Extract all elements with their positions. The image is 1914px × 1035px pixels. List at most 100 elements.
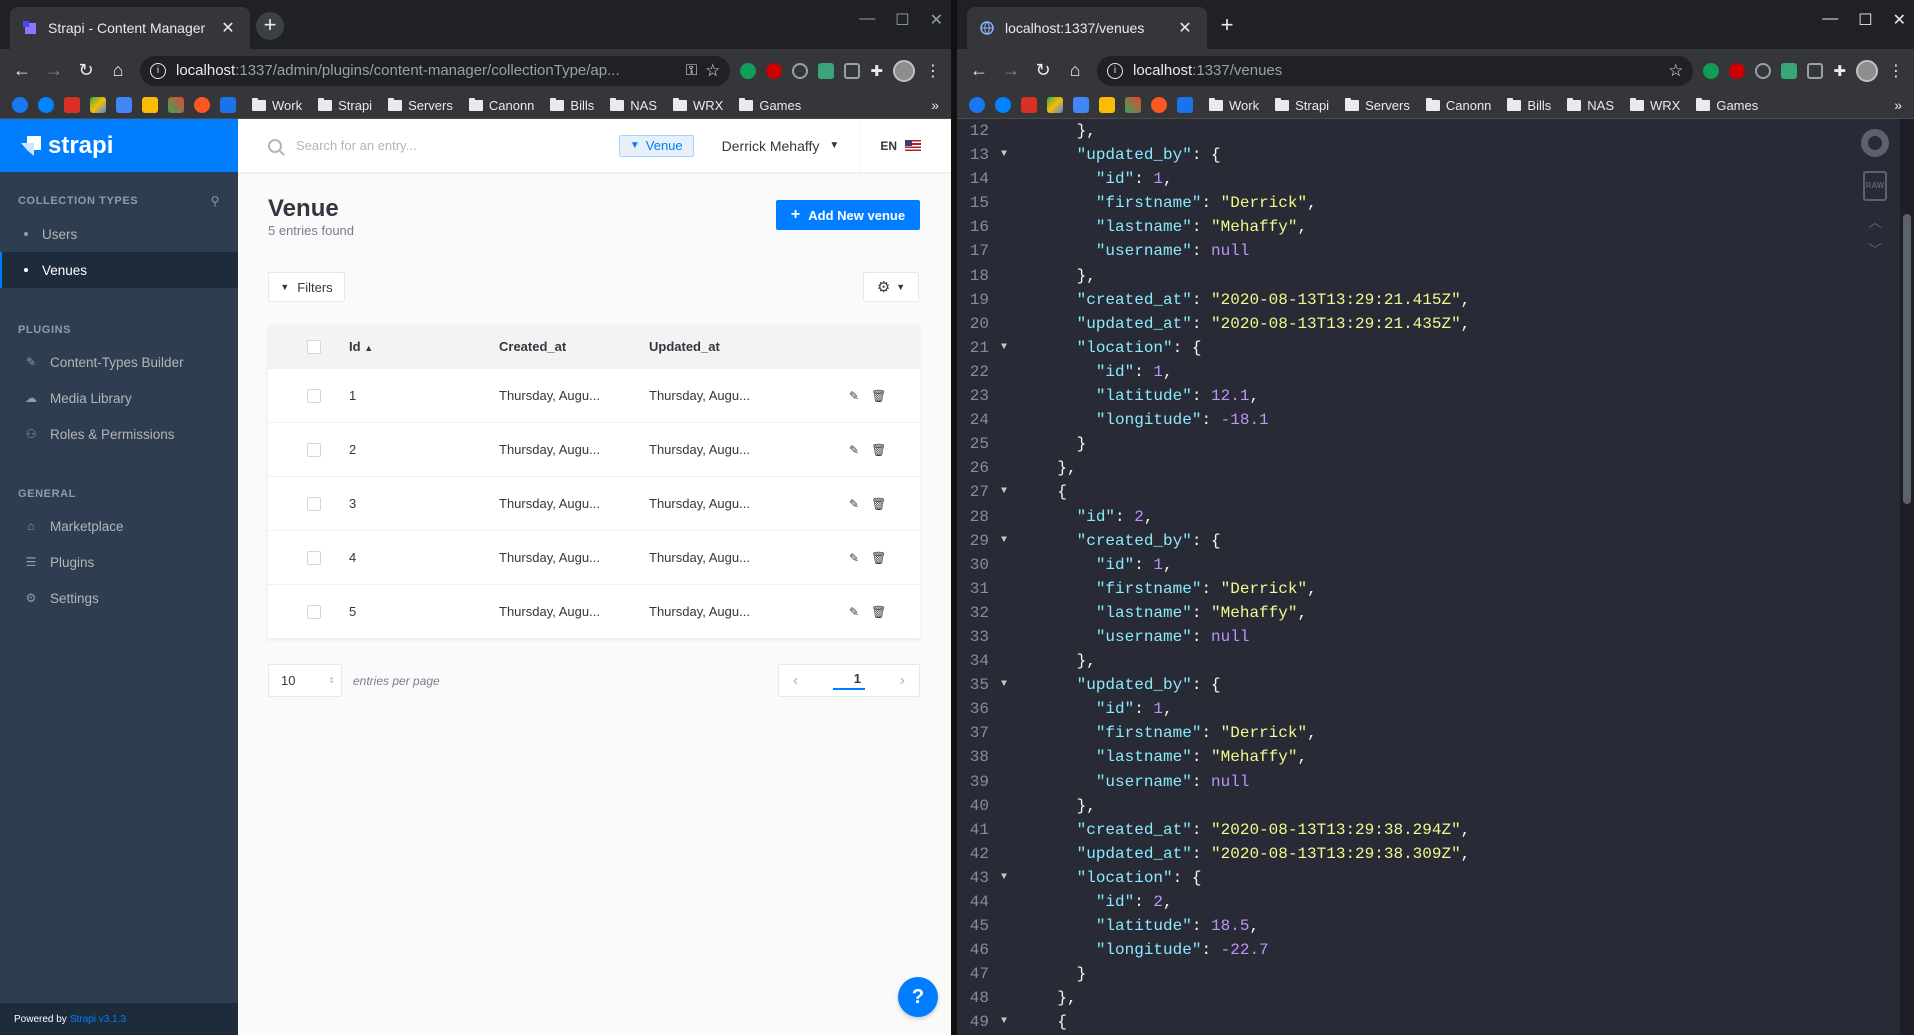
messenger-icon[interactable]: [38, 97, 54, 113]
strapi-logo[interactable]: strapi: [0, 119, 238, 172]
table-settings-button[interactable]: ⚙ ▼: [863, 272, 919, 302]
trash-icon[interactable]: 🗑: [871, 497, 886, 511]
messenger-icon[interactable]: [995, 97, 1011, 113]
filters-button[interactable]: ▼ Filters: [268, 272, 345, 302]
table-row[interactable]: 2 Thursday, Augu... Thursday, Augu... ✎ 🗑: [268, 422, 920, 476]
reload-icon[interactable]: ↻: [70, 55, 102, 87]
filter-chip[interactable]: ▼ Venue: [618, 134, 694, 157]
maximize-icon[interactable]: ☐: [1858, 10, 1872, 30]
page-number[interactable]: 1: [833, 671, 865, 690]
home-icon[interactable]: ⌂: [1059, 55, 1091, 87]
back-arrow-icon[interactable]: ←: [963, 55, 995, 87]
chevron-up-icon[interactable]: ︿: [1868, 215, 1882, 229]
sidebar-item-marketplace[interactable]: ⌂ Marketplace: [0, 508, 238, 544]
sidebar-item-settings[interactable]: ⚙ Settings: [0, 580, 238, 616]
scrollbar[interactable]: [1900, 119, 1914, 1035]
menu-kebab-icon[interactable]: ⋮: [1888, 61, 1904, 81]
minimize-icon[interactable]: —: [859, 10, 875, 30]
extension-icon[interactable]: [1781, 62, 1798, 79]
fold-arrow-icon[interactable]: ▼: [989, 1010, 1019, 1034]
next-page-icon[interactable]: ›: [900, 672, 905, 690]
close-window-icon[interactable]: ✕: [1893, 10, 1906, 30]
facebook-icon[interactable]: [12, 97, 28, 113]
trash-icon[interactable]: 🗑: [871, 605, 886, 619]
bookmark-folder[interactable]: Games: [1696, 97, 1758, 113]
reload-icon[interactable]: ↻: [1027, 55, 1059, 87]
gmail-icon[interactable]: [1021, 97, 1037, 113]
sidebar-item-plugins[interactable]: ☰ Plugins: [0, 544, 238, 580]
calendar-icon[interactable]: [1073, 97, 1089, 113]
sidebar-item-content-types-builder[interactable]: ✎ Content-Types Builder: [0, 344, 238, 380]
edit-pencil-icon[interactable]: ✎: [849, 443, 859, 457]
search-icon[interactable]: ⚲: [211, 194, 220, 208]
bookmark-folder[interactable]: Servers: [1345, 97, 1410, 113]
fold-arrow-icon[interactable]: ▼: [989, 480, 1019, 504]
sidebar-item-roles-permissions[interactable]: ⚇ Roles & Permissions: [0, 416, 238, 452]
search-input[interactable]: Search for an entry...: [238, 138, 619, 153]
chevron-down-icon[interactable]: ﹀: [1868, 243, 1882, 257]
more-bookmarks-icon[interactable]: »: [931, 97, 939, 113]
bookmark-folder[interactable]: Servers: [388, 97, 453, 113]
extension-icon[interactable]: [792, 62, 809, 79]
forward-arrow-icon[interactable]: →: [38, 55, 70, 87]
extension-icon[interactable]: [1703, 62, 1720, 79]
prev-page-icon[interactable]: ‹: [793, 672, 798, 690]
home-icon[interactable]: ⌂: [102, 55, 134, 87]
extension-icon[interactable]: [1729, 62, 1746, 79]
browser-tab[interactable]: localhost:1337/venues ✕: [967, 7, 1207, 49]
calendar-icon[interactable]: [116, 97, 132, 113]
bookmark-folder[interactable]: Bills: [1507, 97, 1551, 113]
maps-icon[interactable]: [168, 97, 184, 113]
strapi-version-link[interactable]: Strapi v3.1.3: [70, 1014, 126, 1025]
gmail-icon[interactable]: [64, 97, 80, 113]
bookmark-app-icon[interactable]: [1151, 97, 1167, 113]
extension-icon[interactable]: [766, 62, 783, 79]
fold-arrow-icon[interactable]: ▼: [989, 673, 1019, 697]
edit-pencil-icon[interactable]: ✎: [849, 605, 859, 619]
help-button[interactable]: ?: [898, 977, 938, 1017]
entries-per-page-select[interactable]: 10 ⇕: [268, 664, 342, 697]
column-header-id[interactable]: Id ▲: [349, 339, 499, 354]
bookmark-folder[interactable]: Canonn: [1425, 97, 1491, 113]
bookmark-app-icon[interactable]: [220, 97, 236, 113]
extension-icon[interactable]: [1807, 62, 1824, 79]
bookmark-folder[interactable]: NAS: [610, 97, 657, 113]
user-menu[interactable]: Derrick Mehaffy ▼: [722, 119, 861, 172]
keep-icon[interactable]: [142, 97, 158, 113]
table-row[interactable]: 3 Thursday, Augu... Thursday, Augu... ✎ 🗑: [268, 476, 920, 530]
edit-pencil-icon[interactable]: ✎: [849, 551, 859, 565]
row-checkbox[interactable]: [307, 496, 321, 511]
bookmark-folder[interactable]: Canonn: [468, 97, 534, 113]
drive-icon[interactable]: [1047, 97, 1063, 113]
table-row[interactable]: 1 Thursday, Augu... Thursday, Augu... ✎ 🗑: [268, 368, 920, 422]
bookmark-folder[interactable]: Games: [739, 97, 801, 113]
language-selector[interactable]: EN: [860, 139, 951, 153]
back-arrow-icon[interactable]: ←: [6, 55, 38, 87]
bookmark-folder[interactable]: Work: [1209, 97, 1259, 113]
bookmark-star-icon[interactable]: ☆: [705, 61, 720, 81]
column-header-created-at[interactable]: Created_at: [499, 339, 649, 354]
puzzle-extensions-icon[interactable]: ✚: [1833, 62, 1846, 80]
drive-icon[interactable]: [90, 97, 106, 113]
bookmark-folder[interactable]: Strapi: [1275, 97, 1329, 113]
table-row[interactable]: 5 Thursday, Augu... Thursday, Augu... ✎ 🗑: [268, 584, 920, 638]
more-bookmarks-icon[interactable]: »: [1894, 97, 1902, 113]
edit-pencil-icon[interactable]: ✎: [849, 497, 859, 511]
site-info-icon[interactable]: i: [1107, 62, 1123, 79]
bookmark-folder[interactable]: Bills: [550, 97, 594, 113]
row-checkbox[interactable]: [307, 550, 321, 565]
scrollbar-thumb[interactable]: [1903, 214, 1911, 504]
new-tab-button[interactable]: +: [256, 12, 284, 40]
fold-arrow-icon[interactable]: ▼: [989, 866, 1019, 890]
raw-view-button[interactable]: RAW: [1863, 171, 1887, 201]
sidebar-item-users[interactable]: Users: [0, 216, 238, 252]
bookmark-star-icon[interactable]: ☆: [1668, 61, 1683, 81]
maximize-icon[interactable]: ☐: [895, 10, 909, 30]
address-bar[interactable]: i localhost:1337/admin/plugins/content-m…: [140, 55, 731, 86]
fold-arrow-icon[interactable]: ▼: [989, 336, 1019, 360]
address-bar[interactable]: i localhost:1337/venues ☆: [1097, 55, 1694, 86]
close-tab-icon[interactable]: ✕: [218, 18, 238, 38]
bookmark-folder[interactable]: Work: [252, 97, 302, 113]
extension-icon[interactable]: [818, 62, 835, 79]
bookmark-app-icon[interactable]: [194, 97, 210, 113]
